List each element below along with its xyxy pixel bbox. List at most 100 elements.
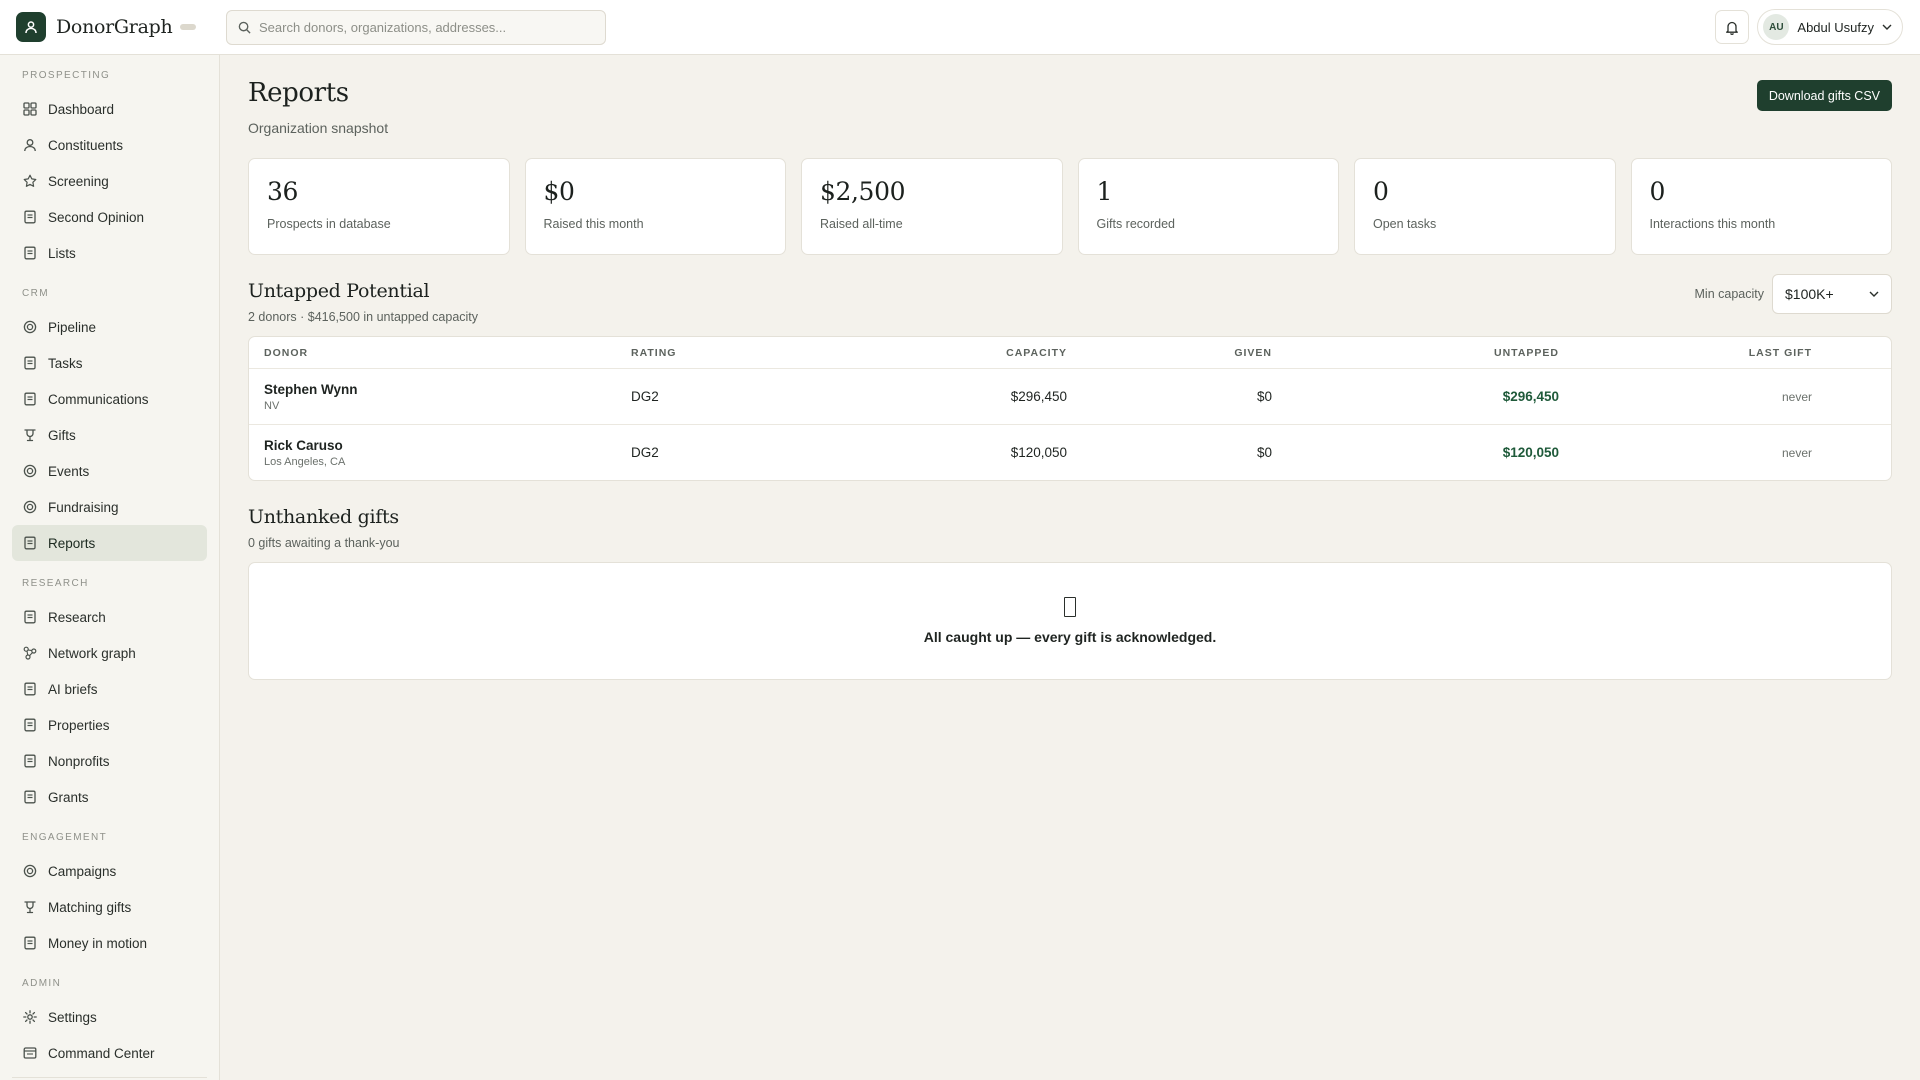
trophy-icon [22, 427, 38, 443]
untapped-potential-section: Untapped Potential 2 donors · $416,500 i… [248, 274, 1892, 481]
stat-card: $0 Raised this month [524, 158, 786, 255]
doc-icon [22, 535, 38, 551]
untapped-cell: $296,450 [1502, 389, 1559, 404]
sidebar-item-network-graph[interactable]: Network graph [12, 635, 207, 671]
notifications-button[interactable] [1715, 10, 1750, 44]
doc-icon [22, 935, 38, 951]
search-input[interactable] [259, 19, 589, 35]
empty-state: All caught up — every gift is acknowledg… [248, 562, 1892, 680]
donor-name[interactable]: Stephen Wynn [264, 382, 631, 397]
main-content: Reports Organization snapshot Download g… [248, 55, 1892, 680]
donor-location: Los Angeles, CA [264, 455, 346, 468]
table-row[interactable]: Rick Caruso Los Angeles, CA DG2 $120,050… [249, 424, 1891, 480]
sidebar-item-ai-briefs[interactable]: AI briefs [12, 671, 207, 707]
column-header-rating[interactable]: RATING [631, 347, 831, 359]
min-capacity-select[interactable]: $100K+ [1772, 274, 1892, 314]
sidebar-item-label: Properties [48, 717, 110, 733]
donor-name[interactable]: Rick Caruso [264, 438, 631, 453]
target-icon [22, 499, 38, 515]
sidebar-item-label: Screening [48, 173, 109, 189]
sidebar-item-lists[interactable]: Lists [12, 235, 207, 271]
nav-section-spacer [12, 846, 207, 853]
section-title: Unthanked gifts [248, 506, 399, 528]
sidebar-item-screening[interactable]: Screening [12, 163, 207, 199]
sidebar-item-campaigns[interactable]: Campaigns [12, 853, 207, 889]
doc-icon [22, 753, 38, 769]
doc-icon [22, 789, 38, 805]
stat-card: 36 Prospects in database [248, 158, 510, 255]
nav-section-label: RESEARCH [22, 578, 89, 589]
sidebar-item-label: Research [48, 609, 106, 625]
stat-value: $0 [543, 177, 575, 206]
sidebar-item-grants[interactable]: Grants [12, 779, 207, 815]
sidebar-toggle[interactable] [180, 24, 197, 30]
sidebar-item-money-in-motion[interactable]: Money in motion [12, 925, 207, 961]
stat-card: 1 Gifts recorded [1077, 158, 1339, 255]
donor-cell: Rick Caruso Los Angeles, CA [249, 438, 631, 468]
sidebar-item-matching-gifts[interactable]: Matching gifts [12, 889, 207, 925]
sidebar-item-label: Communications [48, 391, 149, 407]
sidebar-item-pipeline[interactable]: Pipeline [12, 309, 207, 345]
doc-icon [22, 245, 38, 261]
sidebar-item-command-center[interactable]: Command Center [12, 1035, 207, 1071]
stat-value: 1 [1096, 177, 1113, 206]
sidebar-item-label: Settings [48, 1009, 97, 1025]
nav-section-label: PROSPECTING [22, 70, 111, 81]
sidebar-item-gifts[interactable]: Gifts [12, 417, 207, 453]
column-header-donor[interactable]: DONOR [249, 347, 631, 359]
sidebar-item-second-opinion[interactable]: Second Opinion [12, 199, 207, 235]
given-cell: $0 [1256, 389, 1272, 404]
sidebar-item-tasks[interactable]: Tasks [12, 345, 207, 381]
sidebar: PROSPECTING Dashboard Constituents Screenin… [0, 55, 220, 1080]
nav-section-spacer [12, 961, 207, 975]
sidebar-item-label: Command Center [48, 1045, 155, 1061]
column-header-untapped[interactable]: UNTAPPED [1272, 347, 1559, 359]
stat-label: Gifts recorded [1096, 217, 1176, 231]
doc-icon [22, 681, 38, 697]
sidebar-item-settings[interactable]: Settings [12, 999, 207, 1035]
sidebar-item-events[interactable]: Events [12, 453, 207, 489]
sidebar-item-fundraising[interactable]: Fundraising [12, 489, 207, 525]
stat-card: $2,500 Raised all-time [801, 158, 1063, 255]
stat-label: Raised this month [543, 217, 644, 231]
sidebar-item-reports[interactable]: Reports [12, 525, 207, 561]
stat-value: 0 [1373, 177, 1389, 206]
capacity-cell: $296,450 [1010, 389, 1067, 404]
sidebar-item-constituents[interactable]: Constituents [12, 127, 207, 163]
nav-section-spacer [12, 302, 207, 309]
last-gift-cell: never [1781, 389, 1812, 404]
target-icon [22, 319, 38, 335]
column-header-given[interactable]: GIVEN [1067, 347, 1272, 359]
sidebar-item-research[interactable]: Research [12, 599, 207, 635]
doc-icon [22, 717, 38, 733]
stat-value: 36 [267, 177, 299, 206]
sidebar-item-label: Fundraising [48, 499, 119, 515]
stat-label: Raised all-time [820, 217, 903, 231]
page-title: Reports [248, 78, 349, 108]
doc-icon [22, 209, 38, 225]
section-title: Untapped Potential [248, 280, 430, 302]
rating-cell: DG2 [631, 445, 659, 460]
user-menu[interactable]: AU Abdul Usufzy [1757, 9, 1903, 45]
star-icon [22, 173, 38, 189]
column-header-capacity[interactable]: CAPACITY [831, 347, 1067, 359]
sidebar-item-label: Campaigns [48, 863, 117, 879]
filter-label: Min capacity [1694, 287, 1764, 301]
sidebar-item-nonprofits[interactable]: Nonprofits [12, 743, 207, 779]
download-gifts-csv-button[interactable]: Download gifts CSV [1756, 80, 1892, 111]
sidebar-item-dashboard[interactable]: Dashboard [12, 91, 207, 127]
stat-card: 0 Open tasks [1354, 158, 1616, 255]
stats-row: 36 Prospects in database $0 Raised this mo… [248, 158, 1892, 255]
doc-icon [22, 391, 38, 407]
brand[interactable]: DonorGraph [0, 12, 226, 42]
sidebar-nav: PROSPECTING Dashboard Constituents Screenin… [12, 67, 207, 1071]
sidebar-item-communications[interactable]: Communications [12, 381, 207, 417]
sidebar-item-label: Tasks [48, 355, 83, 371]
brand-logo-icon [16, 12, 46, 42]
global-search[interactable] [226, 9, 606, 45]
window-icon [22, 1045, 38, 1061]
table-row[interactable]: Stephen Wynn NV DG2 $296,450 $0 $296,450… [249, 368, 1891, 424]
stat-value: $2,500 [820, 177, 906, 206]
column-header-last-gift[interactable]: LAST GIFT [1559, 347, 1827, 359]
sidebar-item-properties[interactable]: Properties [12, 707, 207, 743]
